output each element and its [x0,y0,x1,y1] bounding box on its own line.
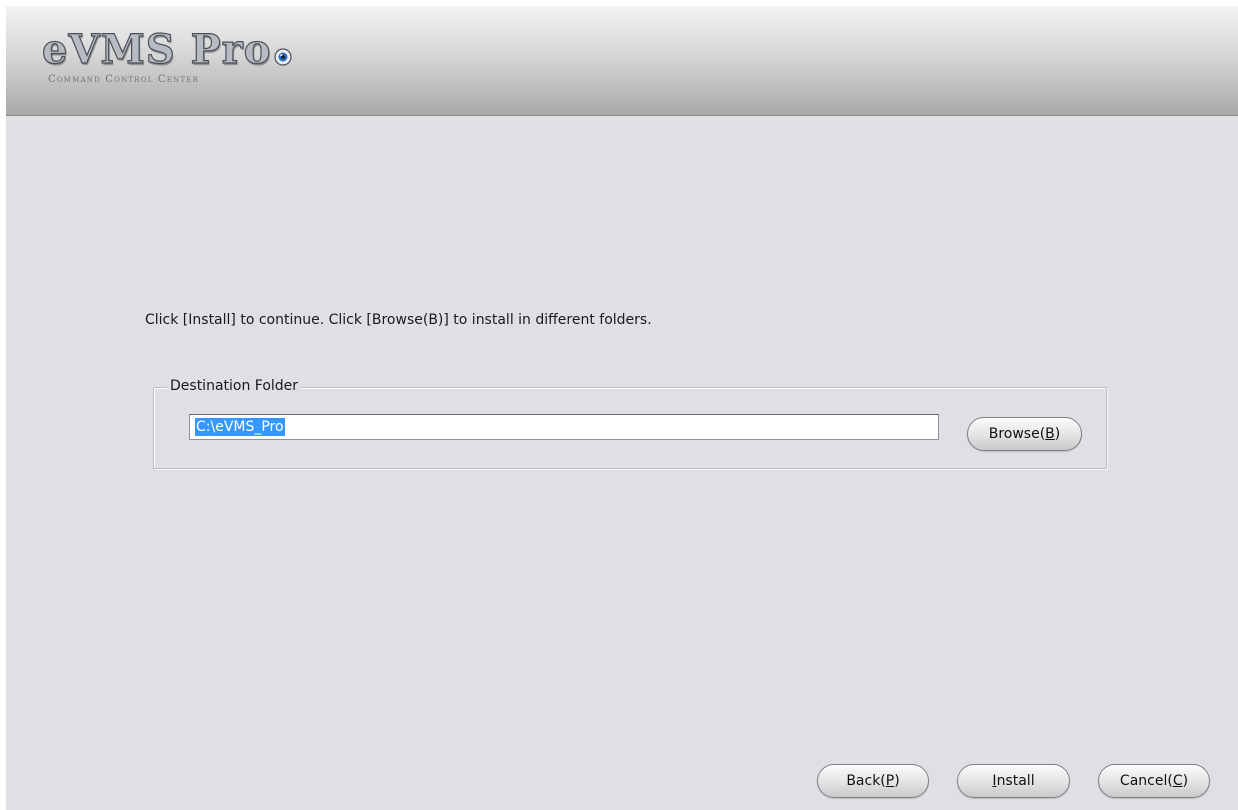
cancel-button-label-prefix: Cancel( [1119,773,1173,789]
cancel-button-label-suffix: ) [1182,773,1189,789]
instruction-text: Click [Install] to continue. Click [Brow… [145,312,652,328]
evms-pro-logo: eVMS Pro Command Control Center [41,26,312,92]
destination-folder-group: Destination Folder C:\eVMS_Pro Browse(B) [153,378,1107,469]
back-button[interactable]: Back(P) [817,764,929,798]
browse-button-label-suffix: ) [1054,426,1061,442]
destination-path-input[interactable]: C:\eVMS_Pro [189,414,939,440]
back-button-label-suffix: ) [894,773,900,789]
back-button-mnemonic: P [885,773,895,789]
logo-title: eVMS Pro [41,26,272,73]
destination-path-value: C:\eVMS_Pro [195,418,285,436]
installer-window: eVMS Pro Command Control Center Click [I… [6,6,1238,810]
browse-button-label-prefix: Browse( [988,426,1046,442]
install-button-label-suffix: nstall [996,773,1035,789]
header-banner: eVMS Pro Command Control Center [6,6,1238,116]
logo-subtitle: Command Control Center [48,74,200,85]
cancel-button-mnemonic: C [1172,773,1183,789]
browse-button[interactable]: Browse(B) [967,417,1082,451]
destination-folder-legend: Destination Folder [167,378,302,394]
back-button-label-prefix: Back( [846,773,886,789]
cancel-button[interactable]: Cancel(C) [1098,764,1210,798]
install-button[interactable]: Install [957,764,1070,798]
eye-lens-icon [274,48,292,66]
browse-button-mnemonic: B [1045,426,1055,442]
